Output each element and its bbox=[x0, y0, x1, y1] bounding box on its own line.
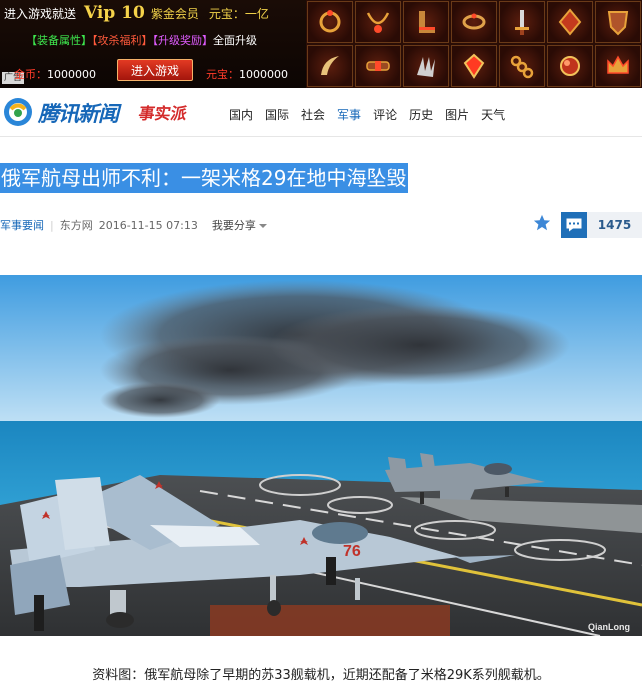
share-label: 我要分享 bbox=[211, 219, 256, 232]
nav-menu: 国内 国际 社会 军事 评论 历史 图片 天气 bbox=[229, 106, 505, 123]
logo-subbrand[interactable]: 事实派 bbox=[137, 100, 189, 124]
ad-headline: 进入游戏就送 Vip 10 紫金会员 元宝：一亿 bbox=[4, 3, 279, 23]
nav-item[interactable]: 图片 bbox=[445, 106, 469, 123]
ad-feature-suffix: 全面升级 bbox=[213, 34, 257, 47]
ring-icon bbox=[319, 10, 341, 33]
ad-item-cell[interactable] bbox=[307, 1, 353, 43]
ad-feature-2: 【攻杀福利】 bbox=[92, 34, 153, 47]
gem-icon bbox=[463, 53, 485, 79]
tencent-logo-icon[interactable] bbox=[2, 96, 34, 128]
ad-item-grid bbox=[306, 0, 642, 88]
nav-item[interactable]: 国内 bbox=[229, 106, 253, 123]
chevron-down-icon bbox=[258, 224, 267, 228]
ad-yuanbao-prefix: 元宝：一亿 bbox=[208, 6, 269, 21]
ad-enter-game-button[interactable]: 进入游戏 bbox=[117, 59, 193, 81]
nav-item[interactable]: 历史 bbox=[409, 106, 433, 123]
nav-item[interactable]: 军事 bbox=[337, 106, 361, 123]
ad-feature-3: 【升级奖励】 bbox=[152, 34, 214, 47]
star-icon[interactable] bbox=[533, 214, 551, 232]
ad-item-cell[interactable] bbox=[547, 45, 593, 87]
ad-line1-prefix: 进入游戏就送 bbox=[4, 6, 77, 21]
logo-text[interactable]: 腾讯新闻 bbox=[38, 98, 119, 128]
nav-divider bbox=[0, 136, 642, 137]
nav-item[interactable]: 评论 bbox=[373, 106, 397, 123]
article-time: 2016-11-15 07:13 bbox=[98, 218, 198, 232]
ad-item-cell[interactable] bbox=[451, 45, 497, 87]
ad-text-panel: 进入游戏就送 Vip 10 紫金会员 元宝：一亿 【装备属性】【攻杀福利】【升级… bbox=[0, 0, 306, 88]
ad-item-cell[interactable] bbox=[595, 1, 641, 43]
ad-vip-member: 紫金会员 bbox=[150, 6, 199, 21]
bracelet-icon bbox=[462, 13, 486, 30]
comment-icon bbox=[566, 218, 582, 232]
amulet-icon bbox=[558, 8, 582, 36]
ad-item-cell[interactable] bbox=[499, 1, 545, 43]
nav-item[interactable]: 天气 bbox=[481, 106, 505, 123]
ad-yuanbao-value: 1000000 bbox=[239, 68, 288, 81]
plane-number: 76 bbox=[343, 543, 361, 560]
ad-feature-1: 【装备属性】 bbox=[26, 34, 92, 47]
crown-icon bbox=[607, 55, 629, 74]
sword-icon bbox=[515, 10, 529, 35]
chain-icon bbox=[510, 55, 534, 79]
ad-item-cell[interactable] bbox=[403, 45, 449, 87]
ad-item-cell[interactable] bbox=[451, 1, 497, 43]
necklace-icon bbox=[366, 12, 390, 33]
ad-item-cell[interactable] bbox=[547, 1, 593, 43]
ad-yuanbao-label: 元宝： bbox=[206, 68, 239, 81]
article-title: 俄军航母出师不利：一架米格29在地中海坠毁 bbox=[0, 163, 409, 193]
nav-item[interactable]: 国际 bbox=[265, 106, 289, 123]
ad-item-cell[interactable] bbox=[307, 45, 353, 87]
ad-vip-label: Vip 10 bbox=[84, 3, 145, 23]
ad-item-cell[interactable] bbox=[595, 45, 641, 87]
article-meta: 军事要闻 | 东方网 2016-11-15 07:13 我要分享 bbox=[0, 216, 267, 234]
ad-gold: 金币：1000000 bbox=[14, 66, 96, 82]
photo-caption: 资料图：俄军航母除了早期的苏33舰载机，近期还配备了米格29K系列舰载机。 bbox=[92, 668, 550, 683]
nav-item[interactable]: 社会 bbox=[301, 106, 325, 123]
share-button[interactable]: 我要分享 bbox=[212, 217, 267, 233]
photo-watermark: QianLong bbox=[588, 622, 630, 632]
article-source: 东方网 bbox=[59, 219, 93, 232]
shield-icon bbox=[607, 11, 629, 36]
ad-features: 【装备属性】【攻杀福利】【升级奖励】全面升级 bbox=[26, 32, 257, 48]
article-photo: 76 QianLong bbox=[0, 275, 642, 636]
boots-icon bbox=[419, 11, 435, 33]
horn-icon bbox=[321, 56, 339, 75]
ad-item-cell[interactable] bbox=[499, 45, 545, 87]
orb-icon bbox=[560, 56, 580, 76]
belt-icon bbox=[366, 61, 390, 71]
ad-gold-value: 1000000 bbox=[47, 68, 96, 81]
ad-gold-label: 金币： bbox=[14, 68, 47, 81]
ad-yuanbao: 元宝：1000000 bbox=[206, 66, 288, 82]
ad-item-cell[interactable] bbox=[403, 1, 449, 43]
carrier-photo-illustration: 76 QianLong bbox=[0, 275, 642, 636]
comment-count[interactable]: 1475 bbox=[587, 212, 642, 238]
ad-item-cell[interactable] bbox=[355, 1, 401, 43]
comment-button[interactable] bbox=[561, 212, 587, 238]
site-nav: 腾讯新闻 事实派 国内 国际 社会 军事 评论 历史 图片 天气 bbox=[0, 94, 642, 134]
ad-item-cell[interactable] bbox=[355, 45, 401, 87]
meta-separator: | bbox=[50, 218, 54, 232]
ad-banner[interactable]: 进入游戏就送 Vip 10 紫金会员 元宝：一亿 【装备属性】【攻杀福利】【升级… bbox=[0, 0, 642, 88]
claw-icon bbox=[417, 57, 435, 77]
article-category-link[interactable]: 军事要闻 bbox=[0, 217, 44, 233]
